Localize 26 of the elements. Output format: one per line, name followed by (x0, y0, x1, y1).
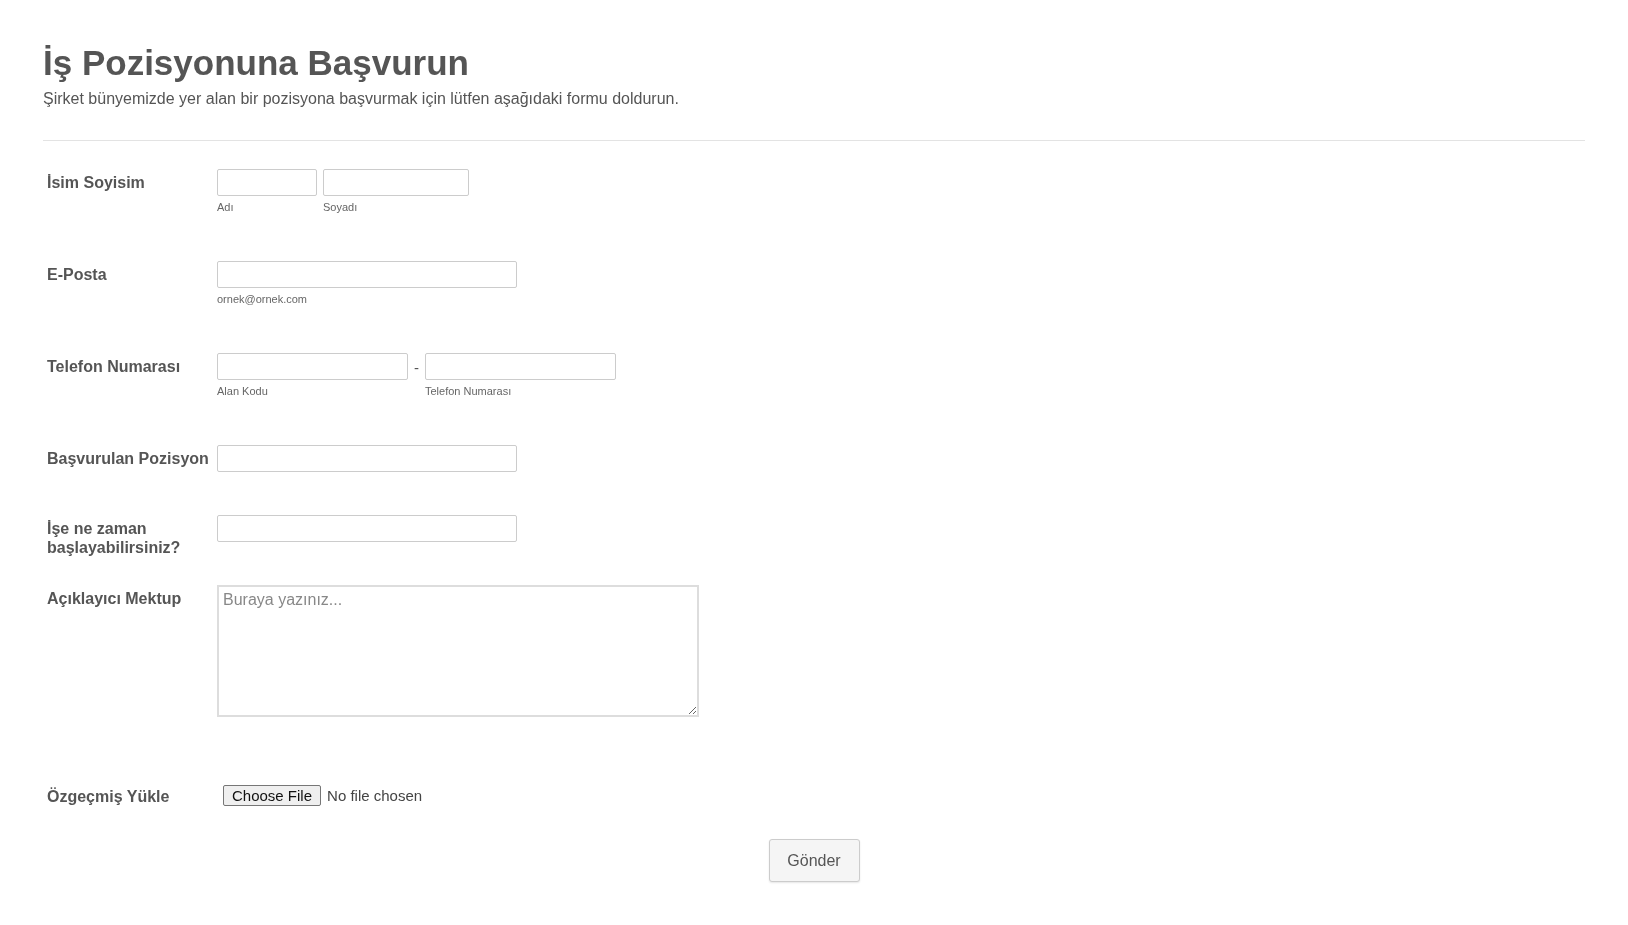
form-description: Şirket bünyemizde yer alan bir pozisyona başvurmak için lütfen aşağıdaki formu doldurun. (43, 90, 680, 108)
field-label: Başvurulan Pozisyon (46, 449, 210, 469)
field-label: İşe ne zaman başlayabilirsiniz? (46, 519, 182, 558)
submit-button[interactable]: Gönder (768, 839, 860, 882)
field-sublabel: Telefon Numarası (425, 385, 513, 397)
field-label: Telefon Numarası (46, 357, 182, 377)
field-label: E-Posta (46, 265, 108, 285)
form-title: İş Pozisyonuna Başvurun (43, 42, 470, 84)
field-sublabel: ornek@ornek.com (217, 293, 309, 305)
field-label: Özgeçmiş Yükle (46, 786, 171, 807)
text-area[interactable]: Buraya yazınız... (217, 585, 699, 717)
file-status: No file chosen (327, 786, 423, 804)
text-field[interactable] (323, 169, 469, 196)
choose-file-button[interactable]: Choose File (223, 784, 322, 806)
field-sublabel: Alan Kodu (217, 385, 269, 397)
field-label: İsim Soyisim (46, 173, 146, 193)
text-field[interactable] (217, 515, 517, 542)
text-field[interactable] (217, 169, 317, 196)
phone-field[interactable] (217, 353, 408, 380)
separator-text: - (414, 358, 419, 376)
text-field[interactable] (217, 445, 517, 472)
text-field[interactable] (217, 261, 517, 288)
field-sublabel: Adı (217, 201, 235, 213)
phone-field[interactable] (425, 353, 616, 380)
field-sublabel: Soyadı (323, 201, 359, 213)
field-label: Açıklayıcı Mektup (46, 589, 183, 609)
